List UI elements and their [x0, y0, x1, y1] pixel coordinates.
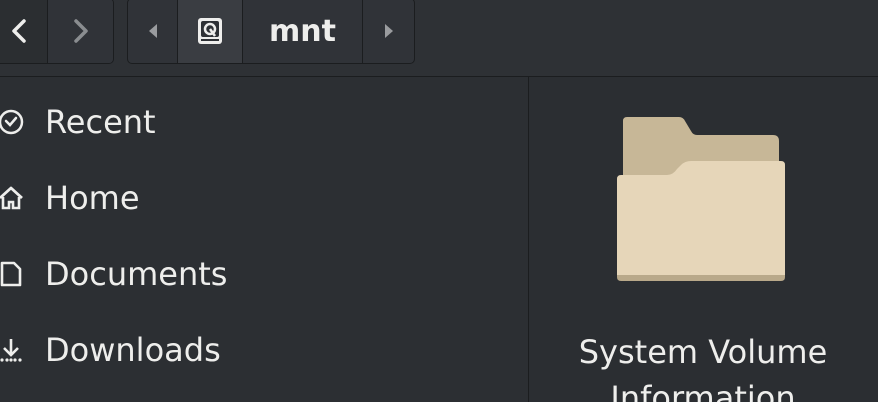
path-segment-label: mnt [269, 13, 336, 49]
folder-item[interactable]: System Volume Information [569, 107, 849, 402]
sidebar-item-recent[interactable]: Recent [0, 92, 528, 152]
sidebar-item-home[interactable]: Home [0, 168, 528, 228]
home-icon [0, 186, 23, 210]
path-bar: mnt [127, 0, 415, 64]
arrow-left-icon [148, 24, 157, 38]
forward-button[interactable] [48, 0, 113, 63]
folder-icon [617, 117, 785, 281]
drive-icon [198, 18, 222, 44]
sidebar-item-label: Home [45, 179, 140, 217]
sidebar-item-label: Downloads [45, 331, 221, 369]
sidebar: Recent Home Documents Downloads [0, 77, 529, 402]
chevron-right-icon [73, 19, 88, 43]
sidebar-item-label: Documents [45, 255, 228, 293]
path-root-button[interactable] [178, 0, 243, 63]
path-scroll-right-button[interactable] [363, 0, 414, 63]
file-manager-window: mnt Recent Home Documents Downloads Syst… [0, 0, 878, 402]
chevron-left-icon [12, 19, 26, 43]
sidebar-item-label: Recent [45, 103, 156, 141]
clock-icon [0, 109, 24, 135]
header-bar: mnt [0, 0, 878, 77]
download-icon [0, 339, 22, 362]
folder-name: System Volume Information [578, 333, 828, 402]
document-icon [0, 261, 22, 287]
path-scroll-left-button[interactable] [128, 0, 178, 63]
arrow-right-icon [384, 24, 393, 38]
back-button[interactable] [0, 0, 48, 63]
path-segment-mnt[interactable]: mnt [243, 0, 363, 63]
sidebar-item-documents[interactable]: Documents [0, 244, 528, 304]
sidebar-item-downloads[interactable]: Downloads [0, 320, 528, 380]
navigation-buttons [0, 0, 114, 64]
file-view: System Volume Information [529, 77, 878, 402]
